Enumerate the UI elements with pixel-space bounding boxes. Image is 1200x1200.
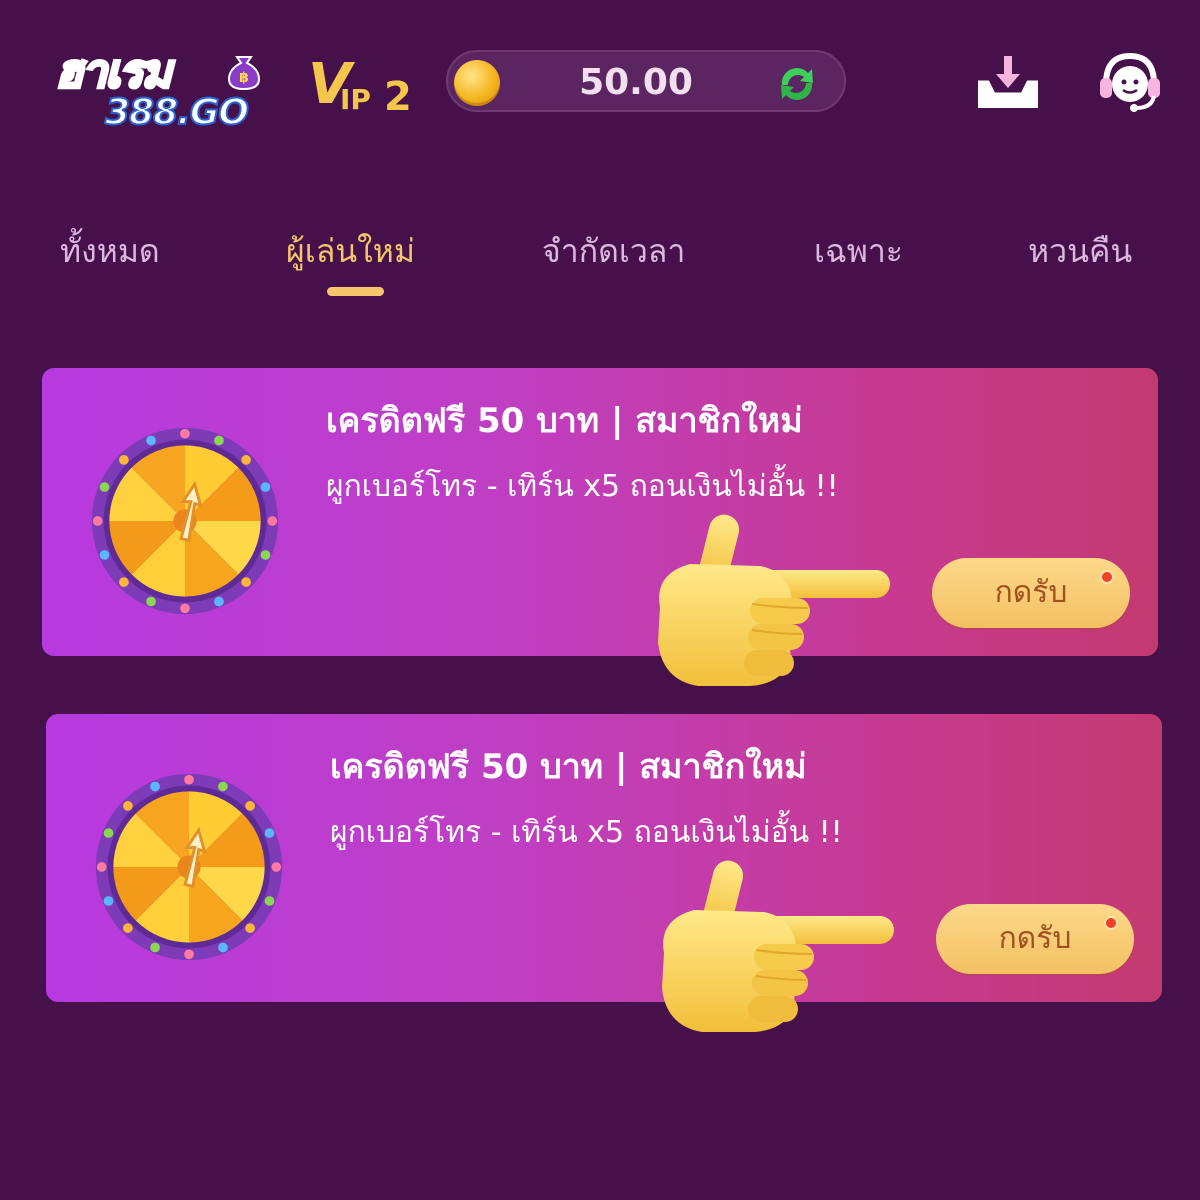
coin-icon	[454, 60, 500, 106]
balance-amount: 50.00	[579, 62, 693, 103]
refresh-icon[interactable]	[772, 59, 822, 109]
prize-wheel-icon	[88, 424, 282, 618]
tab-exclusive[interactable]: เฉพาะ	[814, 228, 903, 278]
claim-button[interactable]: กดรับ	[932, 558, 1130, 628]
claim-button[interactable]: กดรับ	[936, 904, 1134, 974]
download-icon[interactable]	[974, 52, 1042, 112]
logo-text-top: ฮาเรม	[54, 44, 174, 99]
promotion-subtitle: ผูกเบอร์โทร - เทิร์น x5 ถอนเงินไม่อั้น !…	[330, 815, 843, 850]
notification-dot	[1100, 570, 1114, 584]
svg-text:฿: ฿	[239, 70, 249, 86]
tab-new-player[interactable]: ผู้เล่นใหม่	[286, 228, 415, 278]
promotion-card[interactable]: เครดิตฟรี 50 บาท | สมาชิกใหม่ ผูกเบอร์โท…	[42, 368, 1158, 656]
money-bag-icon: ฿	[227, 56, 261, 91]
support-headset-icon[interactable]	[1096, 48, 1164, 114]
promotion-title: เครดิตฟรี 50 บาท | สมาชิกใหม่	[326, 401, 803, 441]
promotion-card[interactable]: เครดิตฟรี 50 บาท | สมาชิกใหม่ ผูกเบอร์โท…	[46, 714, 1162, 1002]
claim-button-label: กดรับ	[998, 921, 1072, 956]
logo-text-bottom: 388.GO	[104, 92, 250, 134]
vip-level: 2	[384, 74, 412, 120]
notification-dot	[1104, 916, 1118, 930]
wallet-balance: 50.00	[446, 50, 846, 112]
claim-button-label: กดรับ	[994, 575, 1068, 610]
brand-logo: ฮาเรม ฿ 388.GO	[54, 44, 270, 140]
tab-returning[interactable]: หวนคืน	[1028, 228, 1132, 278]
pointing-hand-icon	[644, 858, 904, 1038]
tab-all[interactable]: ทั้งหมด	[60, 228, 160, 278]
promotion-subtitle: ผูกเบอร์โทร - เทิร์น x5 ถอนเงินไม่อั้น !…	[326, 469, 839, 504]
prize-wheel-icon	[92, 770, 286, 964]
vip-label: IP	[340, 83, 371, 116]
promotion-title: เครดิตฟรี 50 บาท | สมาชิกใหม่	[330, 747, 807, 787]
active-tab-indicator	[327, 287, 384, 296]
tab-limited-time[interactable]: จำกัดเวลา	[542, 228, 685, 278]
pointing-hand-icon	[640, 512, 900, 692]
